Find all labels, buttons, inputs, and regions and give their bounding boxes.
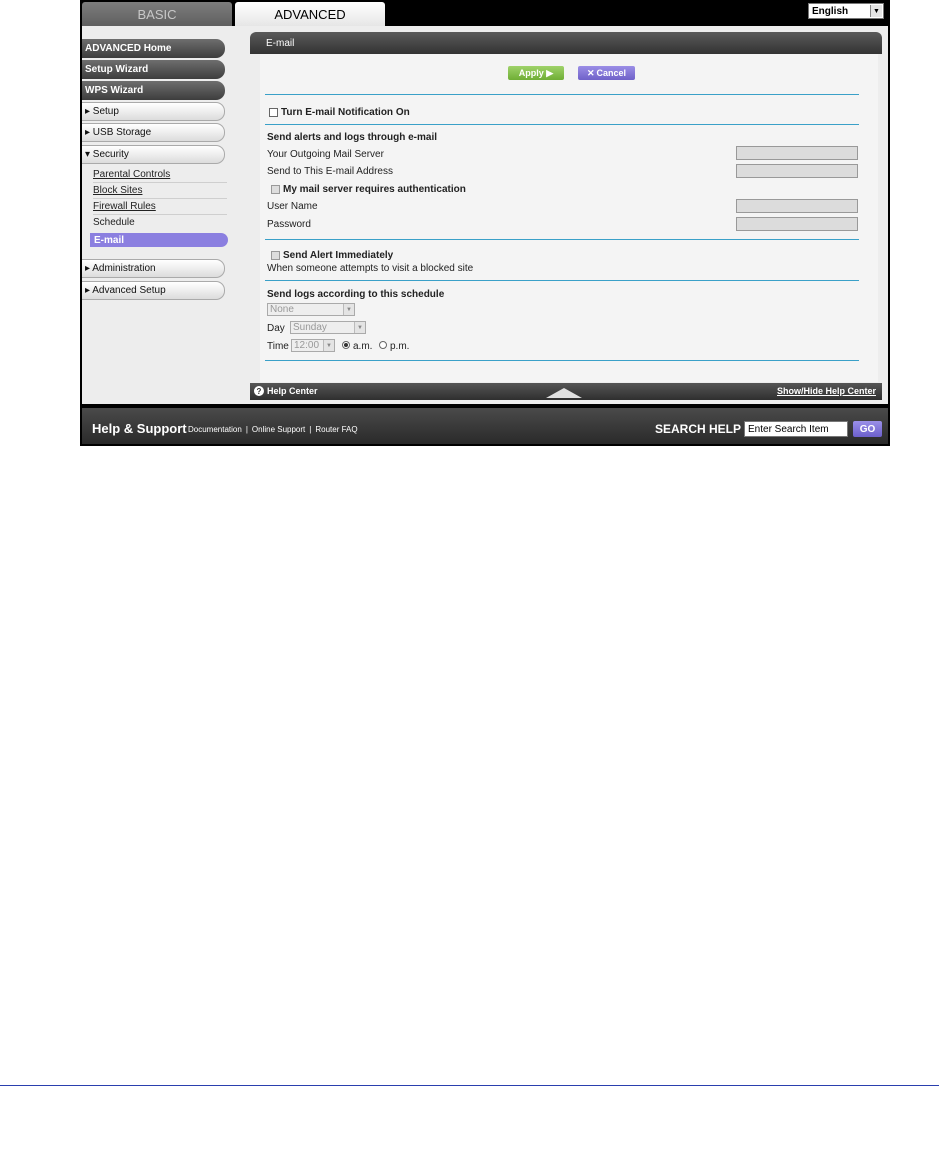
divider: [265, 124, 859, 125]
time-label: Time: [267, 341, 289, 352]
email-notification-checkbox[interactable]: [269, 108, 278, 117]
search-help-label: SEARCH HELP: [655, 422, 742, 436]
link-separator: |: [245, 425, 248, 434]
sidebar-item-administration[interactable]: ▸ Administration: [82, 259, 225, 278]
tab-advanced[interactable]: ADVANCED: [235, 2, 385, 26]
outgoing-mail-server-input[interactable]: [736, 146, 858, 160]
content-area: ADVANCED Home Setup Wizard WPS Wizard ▸ …: [82, 26, 888, 404]
panel-title: E-mail: [250, 32, 882, 54]
pm-label: p.m.: [390, 341, 410, 352]
sidebar-item-security[interactable]: ▾ Security: [82, 145, 225, 164]
help-center-label: Help Center: [267, 386, 318, 396]
pm-radio[interactable]: [379, 341, 387, 349]
divider: [93, 182, 227, 183]
help-support-title: Help & Support: [92, 421, 187, 436]
sidebar-subitem-email[interactable]: E-mail: [90, 233, 228, 247]
blocked-site-description: When someone attempts to visit a blocked…: [267, 263, 474, 274]
collapse-arrow-icon[interactable]: [546, 388, 582, 398]
send-alert-checkbox[interactable]: [271, 251, 280, 260]
day-select[interactable]: Sunday ▼: [290, 321, 366, 334]
documentation-link[interactable]: Documentation: [188, 425, 242, 434]
question-icon: ?: [254, 386, 264, 396]
email-notification-label: Turn E-mail Notification On: [281, 107, 410, 118]
send-alerts-heading: Send alerts and logs through e-mail: [267, 132, 438, 143]
schedule-select-value: None: [270, 304, 294, 315]
sidebar-subitem-block-sites[interactable]: Block Sites: [93, 185, 142, 196]
sidebar-item-usb-storage[interactable]: ▸ USB Storage: [82, 123, 225, 142]
sidebar-item-advanced-home[interactable]: ADVANCED Home: [82, 39, 225, 58]
sidebar-subitem-parental-controls[interactable]: Parental Controls: [93, 169, 170, 180]
online-support-link[interactable]: Online Support: [252, 425, 305, 434]
tab-basic[interactable]: BASIC: [82, 2, 232, 26]
password-label: Password: [267, 219, 311, 230]
page-divider: [0, 1085, 939, 1086]
outgoing-mail-server-label: Your Outgoing Mail Server: [267, 149, 384, 160]
sidebar-item-setup[interactable]: ▸ Setup: [82, 102, 225, 121]
divider: [265, 94, 859, 95]
cancel-button[interactable]: ✕ Cancel: [578, 66, 635, 80]
sidebar-item-setup-wizard[interactable]: Setup Wizard: [82, 60, 225, 79]
help-support-footer: Help & Support Documentation | Online Su…: [82, 408, 888, 444]
password-input[interactable]: [736, 217, 858, 231]
auth-required-checkbox[interactable]: [271, 185, 280, 194]
close-icon: ✕: [586, 67, 595, 78]
am-label: a.m.: [353, 341, 373, 352]
cancel-button-label: Cancel: [596, 68, 627, 78]
chevron-down-icon: ▼: [354, 322, 365, 333]
link-separator: |: [309, 425, 312, 434]
divider: [265, 239, 859, 240]
help-center-link[interactable]: ? Help Center: [254, 386, 318, 396]
chevron-down-icon: ▼: [323, 340, 334, 351]
day-select-value: Sunday: [293, 322, 327, 333]
help-center-bar: ? Help Center Show/Hide Help Center: [250, 383, 882, 400]
schedule-select[interactable]: None ▼: [267, 303, 355, 316]
chevron-down-icon: ▼: [870, 5, 882, 17]
user-name-label: User Name: [267, 201, 318, 212]
sidebar-subitem-schedule[interactable]: Schedule: [93, 217, 135, 228]
schedule-heading: Send logs according to this schedule: [267, 289, 445, 300]
send-to-email-input[interactable]: [736, 164, 858, 178]
go-button[interactable]: GO: [853, 421, 882, 437]
auth-required-label: My mail server requires authentication: [283, 184, 466, 195]
router-admin-screenshot: BASIC ADVANCED English ▼ ADVANCED Home S…: [80, 0, 890, 446]
send-to-email-label: Send to This E-mail Address: [267, 166, 393, 177]
search-input[interactable]: Enter Search Item: [744, 421, 848, 437]
language-select-value: English: [812, 5, 849, 17]
show-hide-help-center-link[interactable]: Show/Hide Help Center: [777, 386, 876, 396]
am-radio[interactable]: [342, 341, 350, 349]
sidebar-item-wps-wizard[interactable]: WPS Wizard: [82, 81, 225, 100]
language-select[interactable]: English ▼: [808, 3, 884, 19]
sidebar-item-advanced-setup[interactable]: ▸ Advanced Setup: [82, 281, 225, 300]
time-select[interactable]: 12:00 ▼: [291, 339, 335, 352]
day-label: Day: [267, 323, 285, 334]
send-alert-label: Send Alert Immediately: [283, 250, 394, 261]
apply-button[interactable]: Apply ▶: [508, 66, 564, 80]
router-faq-link[interactable]: Router FAQ: [315, 425, 357, 434]
divider: [265, 280, 859, 281]
divider: [93, 214, 227, 215]
user-name-input[interactable]: [736, 199, 858, 213]
divider: [265, 360, 859, 361]
chevron-down-icon: ▼: [343, 304, 354, 315]
divider: [93, 198, 227, 199]
time-select-value: 12:00: [294, 340, 320, 351]
sidebar-subitem-firewall-rules[interactable]: Firewall Rules: [93, 201, 156, 212]
support-links: Documentation | Online Support | Router …: [188, 425, 358, 434]
